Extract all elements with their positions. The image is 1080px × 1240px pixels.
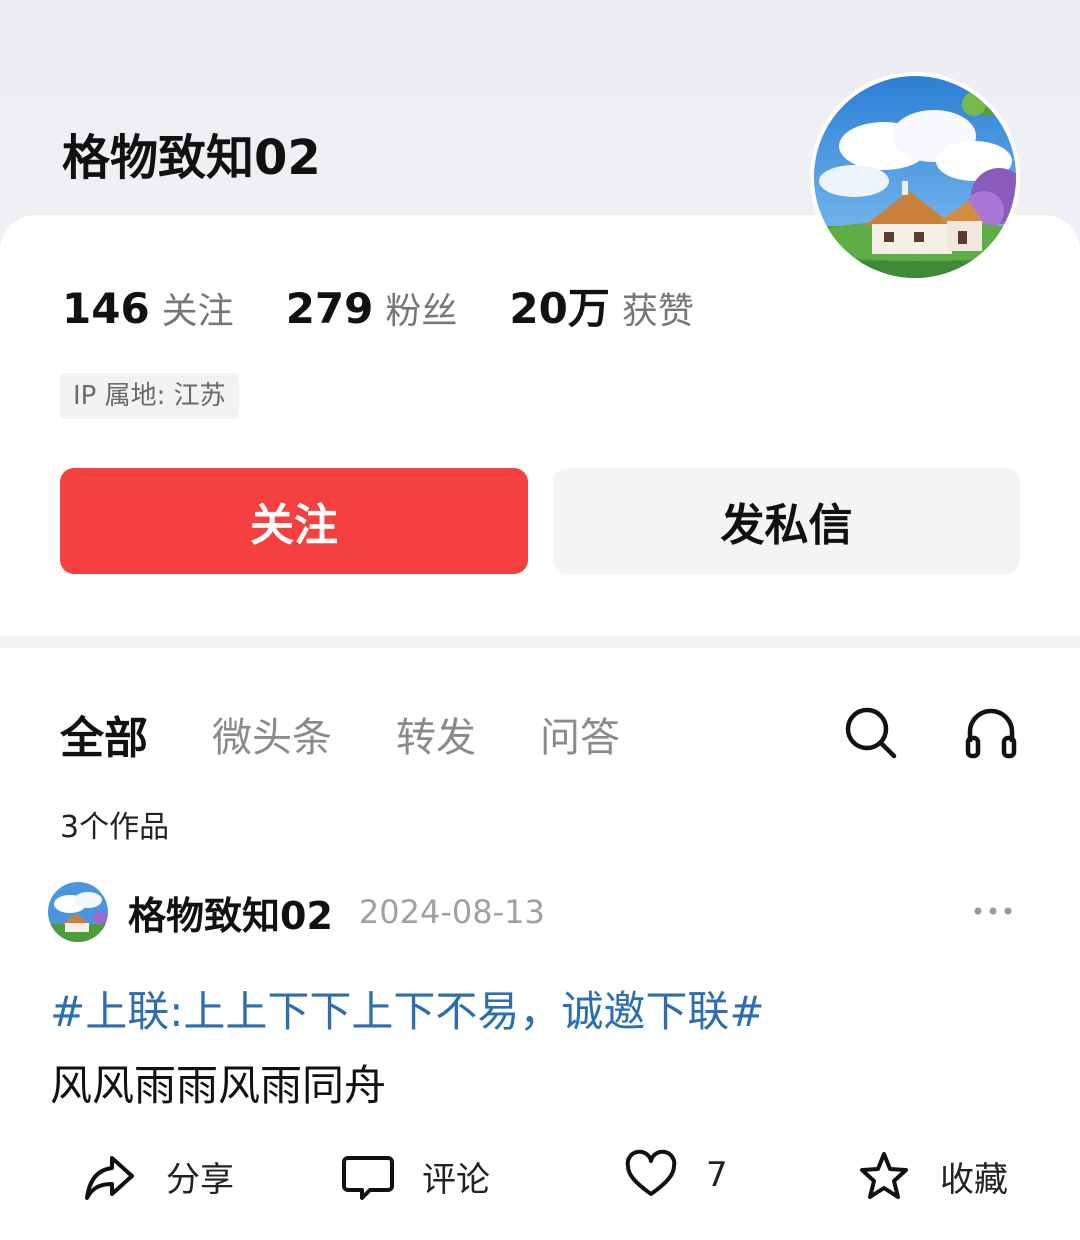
tab-all[interactable]: 全部 bbox=[60, 702, 148, 766]
stat-likes-value: 20万 bbox=[509, 284, 610, 333]
post-author-name[interactable]: 格物致知02 bbox=[128, 885, 333, 940]
comment-action[interactable]: 评论 bbox=[342, 1148, 490, 1204]
profile-name: 格物致知02 bbox=[62, 130, 321, 186]
profile-stats: 146 关注 279 粉丝 20万 获赞 bbox=[62, 275, 694, 336]
tab-qa[interactable]: 问答 bbox=[540, 705, 620, 763]
send-message-button[interactable]: 发私信 bbox=[553, 468, 1020, 574]
like-action[interactable]: 7 bbox=[624, 1148, 728, 1202]
stat-followers-label: 粉丝 bbox=[385, 291, 458, 332]
stat-followers[interactable]: 279 粉丝 bbox=[286, 282, 458, 334]
stat-followers-value: 279 bbox=[285, 284, 374, 333]
post-topic-hashtag[interactable]: #上联:上上下下上下不易，诚邀下联# bbox=[50, 978, 765, 1039]
avatar-cottage-thumbnail bbox=[48, 882, 108, 942]
post-actions-bar: 分享 评论 7 收藏 bbox=[0, 1148, 1080, 1208]
comment-icon bbox=[342, 1156, 394, 1200]
stat-likes[interactable]: 20万 获赞 bbox=[509, 275, 693, 336]
tab-micro-headlines[interactable]: 微头条 bbox=[212, 705, 332, 763]
headphones-icon[interactable] bbox=[962, 704, 1020, 762]
tab-reposts[interactable]: 转发 bbox=[396, 705, 476, 763]
follow-button[interactable]: 关注 bbox=[60, 468, 528, 574]
share-label: 分享 bbox=[166, 1159, 234, 1200]
share-action[interactable]: 分享 bbox=[82, 1148, 234, 1204]
works-count: 3个作品 bbox=[60, 810, 170, 845]
star-icon bbox=[860, 1152, 908, 1199]
post-header: 格物致知02 2024-08-13 bbox=[48, 882, 1028, 942]
comment-label: 评论 bbox=[422, 1159, 490, 1200]
stat-following-label: 关注 bbox=[161, 291, 234, 332]
more-options-icon[interactable] bbox=[972, 904, 1014, 918]
avatar-cottage-image bbox=[814, 76, 1016, 278]
section-divider bbox=[0, 636, 1080, 648]
post-body-text: 风风雨雨风雨同舟 bbox=[50, 1061, 387, 1110]
like-count: 7 bbox=[706, 1155, 728, 1195]
content-tabs: 全部 微头条 转发 问答 bbox=[60, 702, 684, 766]
stat-following-value: 146 bbox=[62, 284, 150, 333]
heart-icon bbox=[625, 1149, 677, 1196]
profile-avatar[interactable] bbox=[810, 72, 1020, 282]
ip-location-tag: IP 属地: 江苏 bbox=[60, 373, 239, 419]
post-author-avatar[interactable] bbox=[48, 882, 108, 942]
search-icon[interactable] bbox=[842, 704, 900, 762]
favorite-action[interactable]: 收藏 bbox=[856, 1148, 1008, 1204]
post-date: 2024-08-13 bbox=[358, 893, 545, 931]
stat-likes-label: 获赞 bbox=[621, 291, 694, 332]
favorite-label: 收藏 bbox=[940, 1159, 1008, 1200]
share-icon bbox=[85, 1156, 134, 1200]
stat-following[interactable]: 146 关注 bbox=[62, 282, 234, 334]
